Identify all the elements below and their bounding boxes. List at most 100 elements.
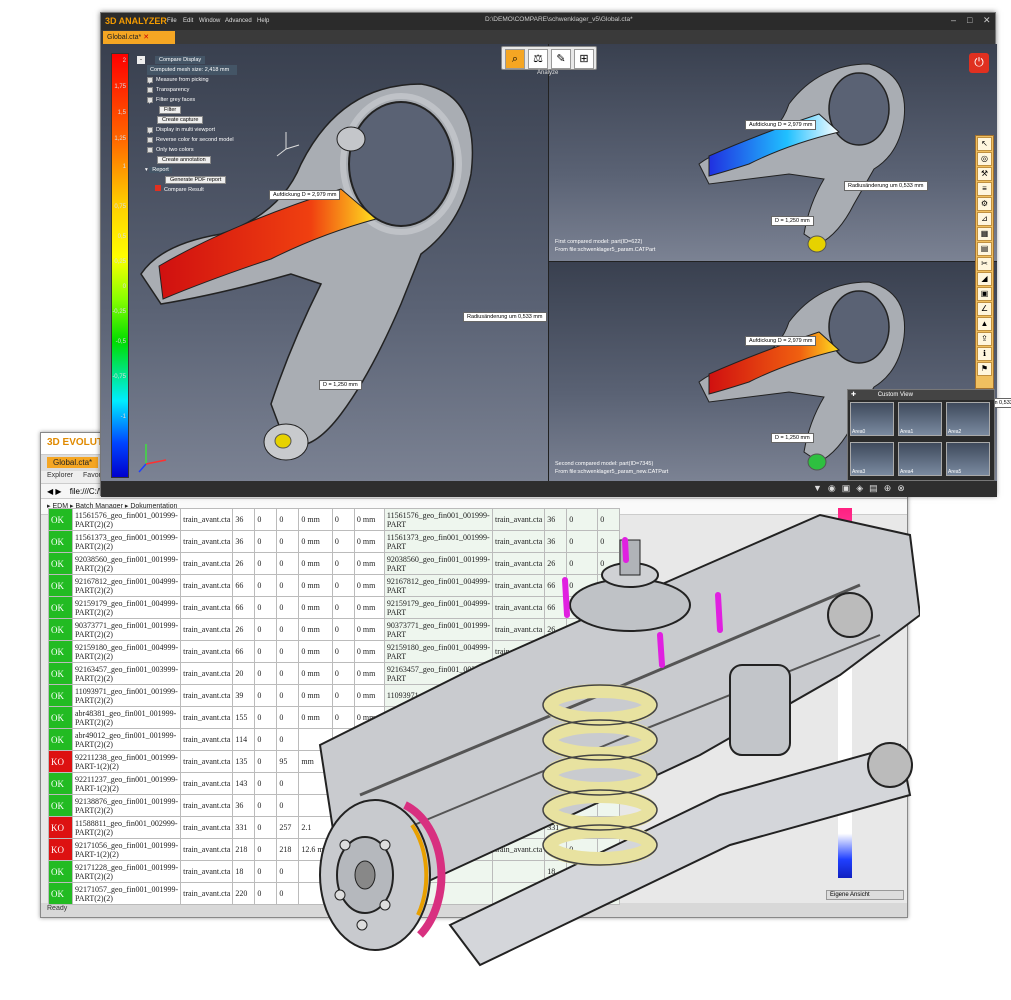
view-thumb-area4[interactable]: Area4 bbox=[898, 442, 942, 476]
target-tool-icon[interactable]: ◎ bbox=[977, 152, 992, 166]
table-cell-part: 92211238_geo_fin001_001999-PART-1(2)(2) bbox=[71, 750, 182, 773]
table-cell-status: OK bbox=[48, 552, 73, 575]
cut-tool-icon[interactable]: ✂ bbox=[977, 257, 992, 271]
area-label: Area3 bbox=[852, 469, 866, 475]
checkbox-icon[interactable]: ✓ bbox=[147, 76, 153, 86]
power-icon[interactable]: ⏻ bbox=[969, 53, 989, 73]
maximize-icon[interactable]: □ bbox=[967, 15, 972, 25]
network-icon[interactable]: ⊞ bbox=[574, 49, 594, 69]
scale-tick: 0,75 bbox=[114, 204, 126, 210]
tab-close-icon[interactable]: ✕ bbox=[143, 34, 149, 41]
area-label: Area4 bbox=[900, 469, 914, 475]
table-cell-status: OK bbox=[48, 794, 73, 817]
checkbox-icon[interactable] bbox=[147, 146, 153, 153]
alert-icon bbox=[155, 185, 161, 191]
menu-file[interactable]: File bbox=[167, 18, 177, 24]
table-cell-status: OK bbox=[48, 882, 73, 905]
filter-button[interactable]: Filter bbox=[159, 106, 182, 114]
hammer-tool-icon[interactable]: ⚒ bbox=[977, 167, 992, 181]
export-tool-icon[interactable]: ⇪ bbox=[977, 332, 992, 346]
table-cell-n3: 0 bbox=[276, 706, 300, 729]
scale-tick: 1 bbox=[122, 164, 126, 170]
select-tool-icon[interactable]: ↖ bbox=[977, 137, 992, 151]
option-label: Display in multi viewport bbox=[156, 127, 215, 133]
analyze-magnifier-icon[interactable]: ⌕ bbox=[505, 49, 525, 69]
settings-tool-icon[interactable]: ⚑ bbox=[977, 362, 992, 376]
first-model-file: From file:schwenklager5_param.CATPart bbox=[555, 247, 656, 253]
annotation-d[interactable]: D = 1,250 mm bbox=[319, 380, 362, 390]
table-cell-file: train_avant.cta bbox=[180, 794, 234, 817]
annotation-aufdickung[interactable]: Aufdickung D = 2,979 mm bbox=[269, 190, 341, 200]
checkbox-icon[interactable] bbox=[147, 136, 153, 143]
box-tool-icon[interactable]: ▣ bbox=[977, 287, 992, 301]
view-thumb-area1[interactable]: Area1 bbox=[898, 402, 942, 436]
compare-icon[interactable]: ⚖ bbox=[528, 49, 548, 69]
menu-window[interactable]: Window bbox=[199, 18, 220, 24]
checkbox-icon[interactable]: ✓ bbox=[147, 126, 153, 136]
subtab-explorer[interactable]: Explorer bbox=[47, 472, 73, 479]
checkbox-icon[interactable] bbox=[147, 86, 153, 93]
compare-result-item[interactable]: Compare Result bbox=[155, 185, 247, 195]
scale-tick: 0 bbox=[122, 284, 126, 290]
view-thumb-area2[interactable]: Area2 bbox=[946, 402, 990, 436]
generate-pdf-button[interactable]: Generate PDF report bbox=[165, 176, 227, 184]
view-controls-icon[interactable]: ▼◉▣◈▤⊕⊗ bbox=[813, 483, 911, 494]
option-transparency[interactable]: Transparency bbox=[147, 85, 247, 95]
shape-tool-icon[interactable]: ◢ bbox=[977, 272, 992, 286]
scale-tick: -1 bbox=[120, 414, 126, 420]
suspension-assembly-render bbox=[318, 513, 920, 967]
chart-tool-icon[interactable]: ▲ bbox=[977, 317, 992, 331]
option-measure-from-picking[interactable]: ✓ Measure from picking bbox=[147, 75, 247, 86]
table-cell-n1: 218 bbox=[232, 838, 256, 861]
table-cell-n1: 36 bbox=[232, 508, 256, 531]
toolbar-label: Analyze bbox=[537, 70, 559, 76]
list-tool-icon[interactable]: ≡ bbox=[977, 182, 992, 196]
annotation-aufdickung-second[interactable]: Aufdickung D = 2,979 mm bbox=[745, 336, 817, 346]
annotation-aufdickung-first[interactable]: Aufdickung D = 2,979 mm bbox=[745, 120, 817, 130]
annotation-radius-first[interactable]: Radiusänderung um 0,533 mm bbox=[844, 181, 928, 191]
custom-view-header: ✚ Custom View bbox=[848, 390, 994, 400]
option-filter-grey-faces[interactable]: ✓ Filter grey faces bbox=[147, 95, 247, 106]
create-capture-button[interactable]: Create capture bbox=[157, 116, 204, 124]
table-cell-n3: 0 bbox=[276, 882, 300, 905]
view-thumb-area3[interactable]: Area3 bbox=[850, 442, 894, 476]
create-annotation-button[interactable]: Create annotation bbox=[157, 156, 211, 164]
collapse-icon[interactable]: - bbox=[137, 56, 145, 64]
option-two-colors[interactable]: Only two colors bbox=[147, 145, 247, 155]
annotation-d-first[interactable]: D = 1,250 mm bbox=[771, 216, 814, 226]
view-thumb-area0[interactable]: Area0 bbox=[850, 402, 894, 436]
back-arrow-icon[interactable]: ◀ bbox=[47, 487, 53, 496]
annotate-pen-icon[interactable]: ✎ bbox=[551, 49, 571, 69]
table-cell-file: train_avant.cta bbox=[180, 530, 234, 553]
tab-global[interactable]: Global.cta* ✕ bbox=[103, 31, 175, 44]
table-cell-file: train_avant.cta bbox=[180, 574, 234, 597]
menu-help[interactable]: Help bbox=[257, 18, 269, 24]
option-label: Only two colors bbox=[156, 147, 194, 153]
option-multi-viewport[interactable]: ✓ Display in multi viewport bbox=[147, 125, 247, 136]
option-reverse-color[interactable]: Reverse color for second model bbox=[147, 135, 247, 145]
menu-edit[interactable]: Edit bbox=[183, 18, 193, 24]
back-tab-label[interactable]: Global.cta* bbox=[47, 457, 99, 468]
scale-tick: -0,25 bbox=[112, 309, 126, 315]
menu-advanced[interactable]: Advanced bbox=[225, 18, 252, 24]
gear-tool-icon[interactable]: ⚙ bbox=[977, 197, 992, 211]
close-icon[interactable]: ✕ bbox=[983, 15, 991, 26]
grid-tool-icon[interactable]: ▦ bbox=[977, 227, 992, 241]
table-cell-file: train_avant.cta bbox=[180, 662, 234, 685]
angle-tool-icon[interactable]: ∠ bbox=[977, 302, 992, 316]
checkbox-icon[interactable]: ✓ bbox=[147, 96, 153, 106]
measure-tool-icon[interactable]: ⊿ bbox=[977, 212, 992, 226]
layers-tool-icon[interactable]: ▤ bbox=[977, 242, 992, 256]
forward-arrow-icon[interactable]: ▶ bbox=[55, 487, 61, 496]
table-cell-n3: 257 bbox=[276, 816, 300, 839]
info-tool-icon[interactable]: ℹ bbox=[977, 347, 992, 361]
annotation-d-second[interactable]: D = 1,250 mm bbox=[771, 433, 814, 443]
custom-view-panel: ✚ Custom View Area0 Area1 Area2 Area3 Ar… bbox=[847, 389, 995, 481]
viewport-first-model[interactable]: Aufdickung D = 2,979 mm Radiusänderung u… bbox=[548, 44, 997, 262]
table-cell-n1: 135 bbox=[232, 750, 256, 773]
annotation-radius[interactable]: Radiusänderung um 0,533 mm bbox=[463, 312, 547, 322]
add-view-icon[interactable]: ✚ bbox=[851, 392, 858, 398]
table-cell-n2: 0 bbox=[254, 882, 278, 905]
view-thumb-area5[interactable]: Area5 bbox=[946, 442, 990, 476]
minimize-icon[interactable]: – bbox=[951, 15, 956, 25]
